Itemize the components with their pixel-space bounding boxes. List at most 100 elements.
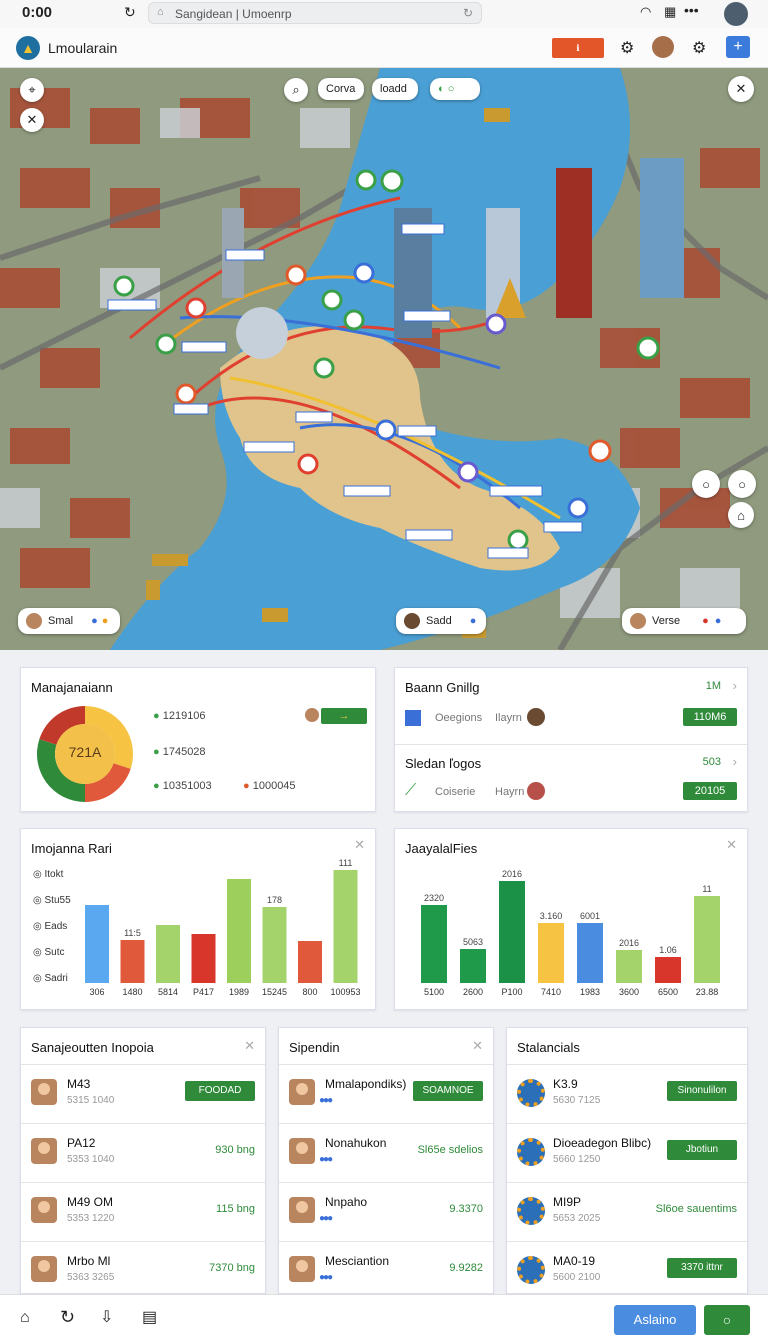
bar-8 — [694, 896, 720, 983]
list-item-sub: 5353 1220 — [67, 1213, 115, 1224]
chevron-right-icon[interactable]: › — [733, 678, 737, 693]
list-item-value[interactable]: Sinonulilon — [667, 1081, 737, 1101]
list-item[interactable]: Nonahukon ●●● Sl65e sdelios — [279, 1123, 493, 1182]
forward-button[interactable]: → — [321, 708, 367, 724]
chart-1-title: Imojanna Rari — [31, 841, 112, 856]
filter-pill-b-label: loadd — [380, 83, 407, 95]
user-avatar[interactable] — [652, 36, 674, 58]
refresh-icon[interactable]: ↻ — [463, 6, 473, 20]
avatar — [289, 1138, 315, 1164]
legend-item: ◎ Eads — [33, 921, 68, 932]
bar-7 — [298, 941, 322, 983]
map-chip-b[interactable]: Sadd ● — [396, 608, 486, 634]
row2-action-button[interactable]: 20105 — [683, 782, 737, 800]
gear-icon — [517, 1138, 545, 1166]
zoom-in-button[interactable]: ○ — [692, 470, 720, 498]
assignment-meta: 1M — [705, 680, 721, 692]
stat-1-icon: ● — [153, 710, 160, 722]
refresh-icon-bottom[interactable]: ↻ — [60, 1307, 75, 1328]
notification-badge[interactable]: ℹ — [552, 38, 604, 58]
bar-5 — [577, 923, 603, 983]
participant-dots-icon: ●●● — [319, 1095, 333, 1106]
list-item[interactable]: PA12 5353 1040 930 bng — [21, 1123, 265, 1182]
download-icon[interactable]: ⇩ — [100, 1307, 113, 1327]
profile-avatar[interactable] — [724, 2, 748, 26]
list-item-value[interactable]: Jbotiun — [667, 1140, 737, 1160]
map-chip-a[interactable]: Smal ● ● — [18, 608, 120, 634]
home-icon[interactable]: ⌂ — [20, 1309, 30, 1327]
layers-button[interactable]: ⌂ — [728, 502, 754, 528]
reload-icon[interactable]: ↻ — [124, 4, 136, 21]
list-item-name: K3.9 — [553, 1077, 578, 1091]
zoom-out-button[interactable]: ○ — [728, 470, 756, 498]
close-icon-4[interactable]: ✕ — [472, 1038, 483, 1054]
more-icon[interactable]: ••• — [684, 2, 699, 18]
list-item[interactable]: Mrbo Ml 5363 3265 7370 bng — [21, 1241, 265, 1300]
list-item-sub: 5653 2025 — [553, 1213, 601, 1224]
bar-1 — [421, 905, 447, 983]
list-item[interactable]: Mesciantion ●●● 9.9282 — [279, 1241, 493, 1300]
bar-6 — [262, 907, 287, 983]
list-item-value: Sl6oe sauentims — [655, 1203, 737, 1215]
x-tick-label: 3600 — [619, 987, 639, 997]
close-icon-3[interactable]: ✕ — [244, 1038, 255, 1054]
list-item[interactable]: MA0-19 5600 2100 3370 ittnr — [507, 1241, 747, 1300]
region-icon — [405, 710, 421, 726]
city-map[interactable]: ⌖ ✕ ⌕ Corva loadd ◐ ○ ✕ ○ ○ ⌂ Smal ● ● S… — [0, 68, 768, 650]
list-item[interactable]: M49 OM 5353 1220 115 bng — [21, 1182, 265, 1241]
settings-icon[interactable]: ⚙ — [620, 38, 634, 58]
toggle-pill[interactable]: ◐ ○ — [430, 78, 480, 100]
close-icon-2[interactable]: ✕ — [726, 837, 737, 853]
list-item[interactable]: Dioeadegon Blibc) 5660 1250 Jbotiun — [507, 1123, 747, 1182]
row1-region: Oeegions — [435, 712, 483, 724]
row1-action-button[interactable]: 110M6 — [683, 708, 737, 726]
chevron-right-icon-2[interactable]: › — [733, 754, 737, 769]
list-item[interactable]: M43 5315 1040 FOODAD — [21, 1064, 265, 1123]
gear-icon[interactable]: ⚙ — [692, 38, 706, 58]
close-map-icon[interactable]: ✕ — [728, 76, 754, 102]
bar-2 — [460, 949, 486, 983]
add-button[interactable]: + — [726, 36, 750, 58]
map-canvas[interactable] — [0, 68, 768, 650]
secondary-button[interactable]: ○ — [704, 1305, 750, 1335]
list-item-value: 9.3370 — [449, 1203, 483, 1215]
avatar — [31, 1138, 57, 1164]
x-tick-label: 2600 — [463, 987, 483, 997]
list-item-value[interactable]: SOAMNOE — [413, 1081, 483, 1101]
address-bar[interactable]: ⌂ Sangidean | Umoenrp ↻ — [148, 2, 482, 24]
clipboard-icon[interactable]: ▤ — [142, 1307, 157, 1327]
legend-item: ◎ Sutc — [33, 947, 65, 958]
search-icon[interactable]: ⌕ — [284, 78, 308, 102]
toggle-off-icon: ○ — [447, 83, 455, 95]
list-item-value[interactable]: 3370 ittnr — [667, 1258, 737, 1278]
list-item[interactable]: Mmalapondiks) ●●● SOAMNOE — [279, 1064, 493, 1123]
x-tick-label: 1983 — [580, 987, 600, 997]
map-chip-c[interactable]: Verse ● ● — [622, 608, 746, 634]
route-icon[interactable]: ✕ — [20, 108, 44, 132]
list-item-value[interactable]: FOODAD — [185, 1081, 255, 1101]
list-item-sub: 5363 3265 — [67, 1272, 115, 1283]
close-icon[interactable]: ✕ — [354, 837, 365, 853]
bar-value-label: 2016 — [619, 938, 639, 948]
clock: 0:00 — [22, 4, 53, 21]
bar-value-label: 178 — [267, 895, 282, 905]
participant-dots-icon: ●●● — [319, 1154, 333, 1165]
filter-pill-b[interactable]: loadd — [372, 78, 418, 100]
x-tick-label: 23.88 — [696, 987, 719, 997]
location-icon[interactable]: ⌖ — [20, 78, 44, 102]
x-tick-label: 100953 — [330, 987, 360, 997]
participant-dots-icon: ●●● — [319, 1272, 333, 1283]
assignment-subtitle: Sledan ľogos — [405, 756, 482, 771]
legend-item: ◎ Stu55 — [33, 895, 71, 906]
filter-pill-a[interactable]: Corva — [318, 78, 364, 100]
bar-1 — [85, 905, 109, 983]
list-item[interactable]: K3.9 5630 7125 Sinonulilon — [507, 1064, 747, 1123]
participant-dots-icon: ●●● — [319, 1213, 333, 1224]
list-item[interactable]: MI9P 5653 2025 Sl6oe sauentims — [507, 1182, 747, 1241]
gear-icon — [517, 1079, 545, 1107]
toggle-on-icon: ◐ — [438, 83, 445, 95]
list-item[interactable]: Nnpaho ●●● 9.3370 — [279, 1182, 493, 1241]
bar-value-label: 3.160 — [540, 911, 563, 921]
chip-a-label: Smal — [48, 615, 74, 627]
primary-button[interactable]: Aslaino — [614, 1305, 696, 1335]
